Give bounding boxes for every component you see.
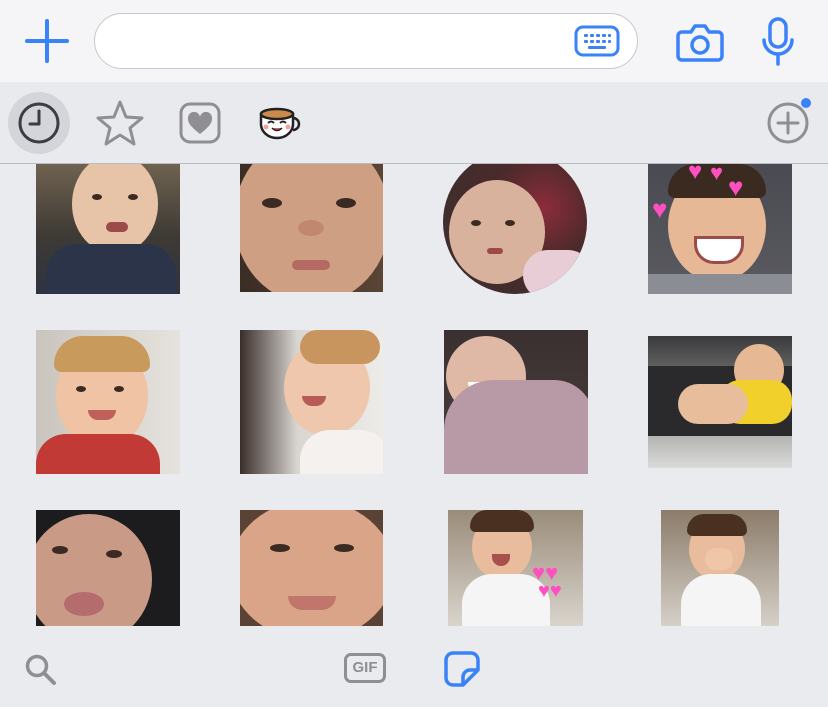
sticker-baby-pouting[interactable] [36,164,180,294]
sticker-baby-yellow-shirt[interactable] [648,336,792,468]
sticker-baby-giggling[interactable] [240,330,383,474]
tab-pack-cup[interactable] [249,92,311,154]
message-input[interactable] [94,13,638,69]
keyboard-icon[interactable] [574,25,620,57]
gif-icon[interactable]: GIF [344,653,386,683]
sticker-baby-blanket-laughing[interactable] [444,330,588,474]
tab-add-pack[interactable] [757,92,819,154]
sticker-toddler-laughing-hearts[interactable]: ♥ ♥ ♥ ♥ [648,164,792,294]
bottom-bar: GIF [0,634,828,707]
new-badge-dot [801,98,811,108]
add-circle-icon [767,98,811,144]
sticker-baby-grinning-closeup[interactable] [240,510,383,626]
clock-icon [18,102,60,144]
sticker-tab-bar [0,82,828,164]
sticker-grid: ♥ ♥ ♥ ♥ ♥♥ ♥♥ [0,164,828,634]
plus-icon[interactable] [24,18,70,64]
tab-recents[interactable] [8,92,70,154]
tab-favorites[interactable] [89,92,151,154]
cup-sticker-icon [259,107,301,140]
sticker-toddler-hand-over-mouth[interactable] [661,510,779,626]
sticker-baby-sad-closeup[interactable] [240,164,383,292]
heart-icon [179,102,221,144]
sticker-baby-kissy-face[interactable] [36,510,180,626]
composer-bar [0,0,828,82]
sticker-icon[interactable] [443,650,481,688]
camera-icon[interactable] [676,20,724,64]
sticker-baby-round[interactable] [443,164,587,294]
search-icon[interactable] [24,653,58,687]
sticker-toddler-blowing-hearts[interactable]: ♥♥ ♥♥ [448,510,583,626]
sticker-toddler-smiling-red-shirt[interactable] [36,330,180,474]
star-icon [96,100,144,146]
microphone-icon[interactable] [760,16,796,68]
tab-created[interactable] [169,92,231,154]
